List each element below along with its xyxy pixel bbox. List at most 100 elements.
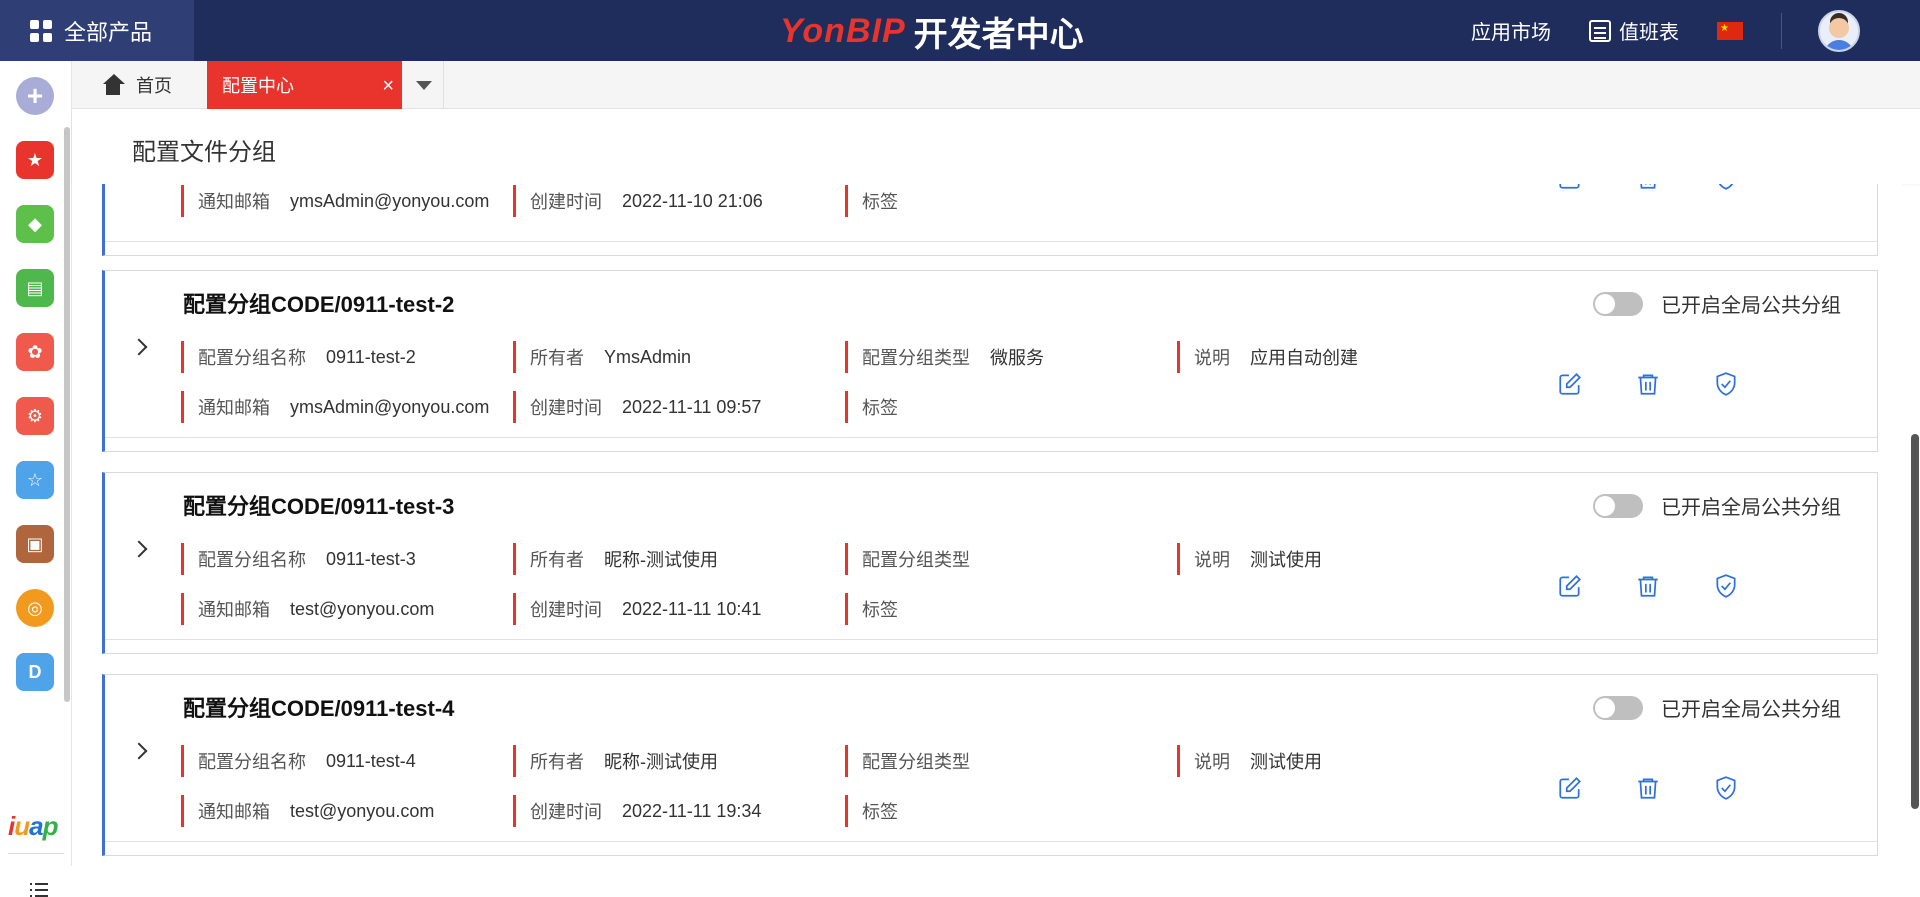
created-field: 创建时间 2022-11-11 19:34 [513,795,761,827]
package-settings-icon[interactable]: ▣ [16,525,54,563]
created-label: 创建时间 [530,600,602,620]
global-public-toggle[interactable]: 已开启全局公共分组 [1593,693,1841,722]
top-navigation-bar: 全部产品 YonBIP 开发者中心 应用市场 值班表 ★ [0,0,1920,61]
tab-home-label: 首页 [136,76,172,96]
cube-icon[interactable]: ◆ [16,205,54,243]
email-field: 通知邮箱 ymsAdmin@yonyou.com [181,391,489,423]
brand-yonbip: YonBIP [780,11,906,50]
tab-more-dropdown[interactable] [404,61,444,109]
tags-label: 标签 [862,600,898,620]
type-field: 配置分组类型 微服务 [845,341,1044,373]
desc-value: 测试使用 [1250,752,1322,772]
desc-label: 说明 [1194,752,1230,772]
email-field: 通知邮箱 ymsAdmin@yonyou.com [181,185,489,217]
type-label: 配置分组类型 [862,348,970,368]
toggle-label: 已开启全局公共分组 [1661,699,1841,721]
name-value: 0911-test-2 [326,346,416,367]
edit-icon[interactable] [1557,184,1583,191]
tags-label: 标签 [862,802,898,822]
email-value: test@yonyou.com [290,598,435,619]
target-icon[interactable]: ◎ [16,589,54,627]
owner-value: 昵称-测试使用 [604,550,718,570]
name-field: 配置分组名称 0911-test-4 [181,745,416,777]
desc-value: 测试使用 [1250,550,1322,570]
close-icon[interactable]: × [382,75,394,98]
config-group-card: 配置分组CODE/0911-test-3 已开启全局公共分组 配置分组名称 09… [102,472,1878,654]
edit-icon[interactable] [1557,573,1583,599]
edit-icon[interactable] [1557,775,1583,801]
shield-icon[interactable] [1713,371,1739,397]
document-icon[interactable]: ▤ [16,269,54,307]
sidebar-scrollbar[interactable] [64,127,70,702]
sidebar-divider [8,853,64,854]
email-label: 通知邮箱 [198,802,270,822]
created-value: 2022-11-11 10:41 [622,598,762,619]
tags-field: 标签 [845,795,918,827]
settings-icon[interactable]: ⚙ [16,397,54,435]
add-circle-icon[interactable]: + [16,77,54,115]
d-code-icon[interactable]: D [16,653,54,691]
created-value: 2022-11-10 21:06 [622,190,763,211]
china-flag-icon[interactable]: ★ [1717,21,1743,40]
duty-table-link[interactable]: 值班表 [1589,16,1679,45]
tab-bar: 首页 配置中心 × [72,61,1920,109]
desc-field: 说明 应用自动创建 [1177,341,1358,373]
all-products-label: 全部产品 [64,19,153,45]
name-field: 配置分组名称 0911-test-2 [181,341,416,373]
shield-icon[interactable] [1713,573,1739,599]
global-public-toggle[interactable]: 已开启全局公共分组 [1593,491,1841,520]
email-field: 通知邮箱 test@yonyou.com [181,593,434,625]
created-label: 创建时间 [530,802,602,822]
delete-icon[interactable] [1635,371,1661,397]
scrollbar-thumb[interactable] [1911,434,1919,809]
tags-label: 标签 [862,398,898,418]
duty-table-label: 值班表 [1619,22,1679,44]
config-group-card-partial: 通知邮箱 ymsAdmin@yonyou.com 创建时间 2022-11-10… [102,184,1878,256]
chevron-right-icon[interactable] [130,338,148,356]
shield-icon[interactable] [1713,775,1739,801]
star-window-icon[interactable]: ☆ [16,461,54,499]
chevron-right-icon[interactable] [130,742,148,760]
user-avatar[interactable] [1818,9,1860,52]
network-icon[interactable]: ✿ [16,333,54,371]
created-field: 创建时间 2022-11-11 09:57 [513,391,761,423]
delete-icon[interactable] [1635,184,1661,191]
menu-list-icon[interactable] [30,883,48,897]
delete-icon[interactable] [1635,573,1661,599]
app-market-link[interactable]: 应用市场 [1471,16,1551,45]
email-label: 通知邮箱 [198,600,270,620]
owner-value: 昵称-测试使用 [604,752,718,772]
tab-home[interactable]: 首页 [102,61,172,109]
type-field: 配置分组类型 [845,543,990,575]
tags-field: 标签 [845,593,918,625]
created-field: 创建时间 2022-11-11 10:41 [513,593,761,625]
delete-icon[interactable] [1635,775,1661,801]
desc-value: 应用自动创建 [1250,348,1358,368]
name-value: 0911-test-3 [326,548,416,569]
all-products-button[interactable]: 全部产品 [0,0,194,61]
email-value: ymsAdmin@yonyou.com [290,396,490,417]
created-label: 创建时间 [530,192,602,212]
tab-config-center[interactable]: 配置中心 × [207,61,402,109]
star-folder-icon[interactable]: ★ [16,141,54,179]
created-field: 创建时间 2022-11-10 21:06 [513,185,763,217]
toggle-switch[interactable] [1593,493,1643,518]
email-label: 通知邮箱 [198,398,270,418]
chevron-right-icon[interactable] [130,540,148,558]
tab-config-center-label: 配置中心 [222,76,294,96]
toggle-switch[interactable] [1593,291,1643,316]
home-icon [102,74,125,96]
created-label: 创建时间 [530,398,602,418]
desc-field: 说明 测试使用 [1177,745,1322,777]
shield-icon[interactable] [1713,184,1739,191]
card-bottom-divider [105,841,1877,855]
type-value: 微服务 [990,348,1044,368]
name-value: 0911-test-4 [326,750,416,771]
content-scrollbar[interactable] [1908,184,1920,866]
toggle-switch[interactable] [1593,695,1643,720]
edit-icon[interactable] [1557,371,1583,397]
grid-icon [30,19,52,42]
global-public-toggle[interactable]: 已开启全局公共分组 [1593,289,1841,318]
type-field: 配置分组类型 [845,745,990,777]
name-label: 配置分组名称 [198,752,306,772]
